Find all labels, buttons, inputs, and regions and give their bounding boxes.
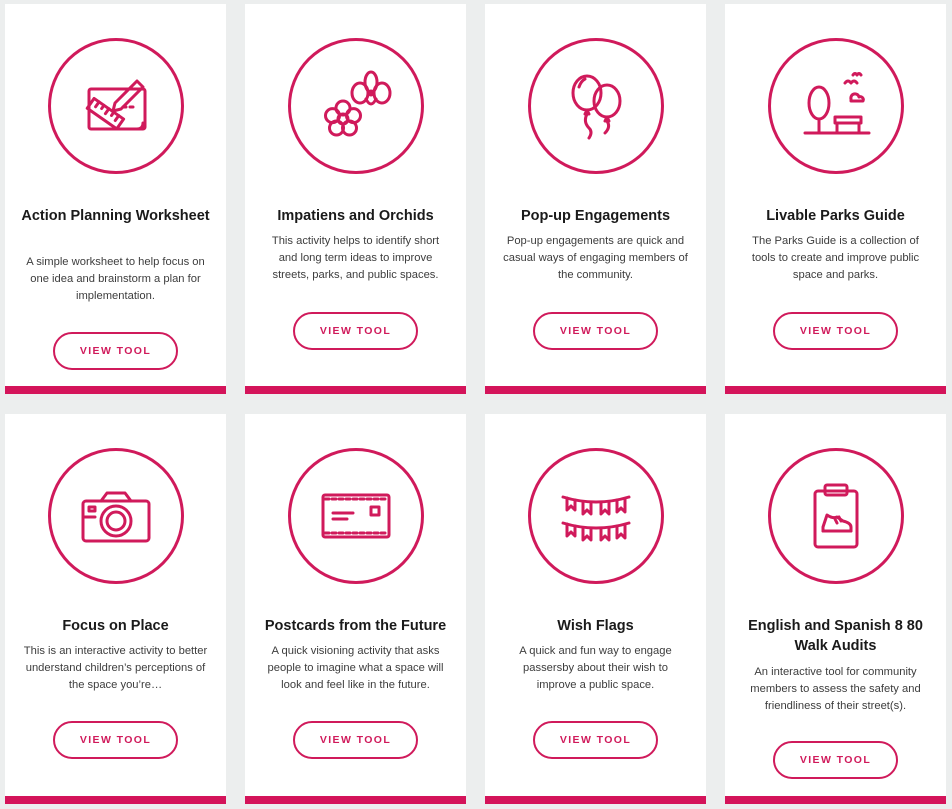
clipboard-shoe-icon xyxy=(768,448,904,584)
card-description: Pop-up engagements are quick and casual … xyxy=(503,235,688,281)
view-tool-button[interactable]: VIEW TOOL xyxy=(533,721,658,759)
card-description: This is an interactive activity to bette… xyxy=(23,645,208,691)
card-description: An interactive tool for community member… xyxy=(750,666,921,712)
tool-card-livable-parks: Livable Parks Guide The Parks Guide is a… xyxy=(725,4,946,394)
planning-worksheet-icon xyxy=(48,38,184,174)
balloons-icon xyxy=(528,38,664,174)
card-accent-bar xyxy=(725,796,946,804)
view-tool-button[interactable]: VIEW TOOL xyxy=(293,312,418,350)
card-title: Postcards from the Future xyxy=(264,618,447,634)
card-accent-bar xyxy=(725,386,946,394)
card-description: A quick and fun way to engage passersby … xyxy=(519,645,672,691)
card-title: Livable Parks Guide xyxy=(766,208,905,224)
tool-card-focus-on-place: Focus on Place This is an interactive ac… xyxy=(5,414,226,804)
view-tool-button[interactable]: VIEW TOOL xyxy=(533,312,658,350)
view-tool-button[interactable]: VIEW TOOL xyxy=(773,312,898,350)
card-accent-bar xyxy=(5,386,226,394)
flowers-icon xyxy=(288,38,424,174)
card-title: English and Spanish 8 80 Walk Audits xyxy=(748,618,923,654)
card-title: Wish Flags xyxy=(557,618,634,634)
card-accent-bar xyxy=(485,386,706,394)
postcard-icon xyxy=(288,448,424,584)
view-tool-button[interactable]: VIEW TOOL xyxy=(773,741,898,779)
view-tool-button[interactable]: VIEW TOOL xyxy=(293,721,418,759)
card-description: A quick visioning activity that asks peo… xyxy=(267,645,444,691)
card-accent-bar xyxy=(245,386,466,394)
card-accent-bar xyxy=(5,796,226,804)
card-description: The Parks Guide is a collection of tools… xyxy=(751,235,920,281)
card-description: A simple worksheet to help focus on one … xyxy=(26,256,205,302)
camera-icon xyxy=(48,448,184,584)
card-title: Action Planning Worksheet xyxy=(21,208,210,224)
tool-card-wish-flags: Wish Flags A quick and fun way to engage… xyxy=(485,414,706,804)
card-accent-bar xyxy=(485,796,706,804)
card-accent-bar xyxy=(245,796,466,804)
tool-card-pop-up-engagements: Pop-up Engagements Pop-up engagements ar… xyxy=(485,4,706,394)
card-title: Impatiens and Orchids xyxy=(277,208,434,224)
tool-card-postcards: Postcards from the Future A quick vision… xyxy=(245,414,466,804)
tool-card-impatiens-orchids: Impatiens and Orchids This activity help… xyxy=(245,4,466,394)
bunting-flags-icon xyxy=(528,448,664,584)
park-icon xyxy=(768,38,904,174)
tool-card-walk-audits: English and Spanish 8 80 Walk Audits An … xyxy=(725,414,946,804)
card-description: This activity helps to identify short an… xyxy=(271,235,440,281)
tool-card-action-planning: Action Planning Worksheet A simple works… xyxy=(5,4,226,394)
view-tool-button[interactable]: VIEW TOOL xyxy=(53,721,178,759)
view-tool-button[interactable]: VIEW TOOL xyxy=(53,332,178,370)
card-title: Focus on Place xyxy=(62,618,169,634)
card-title: Pop-up Engagements xyxy=(520,208,671,224)
